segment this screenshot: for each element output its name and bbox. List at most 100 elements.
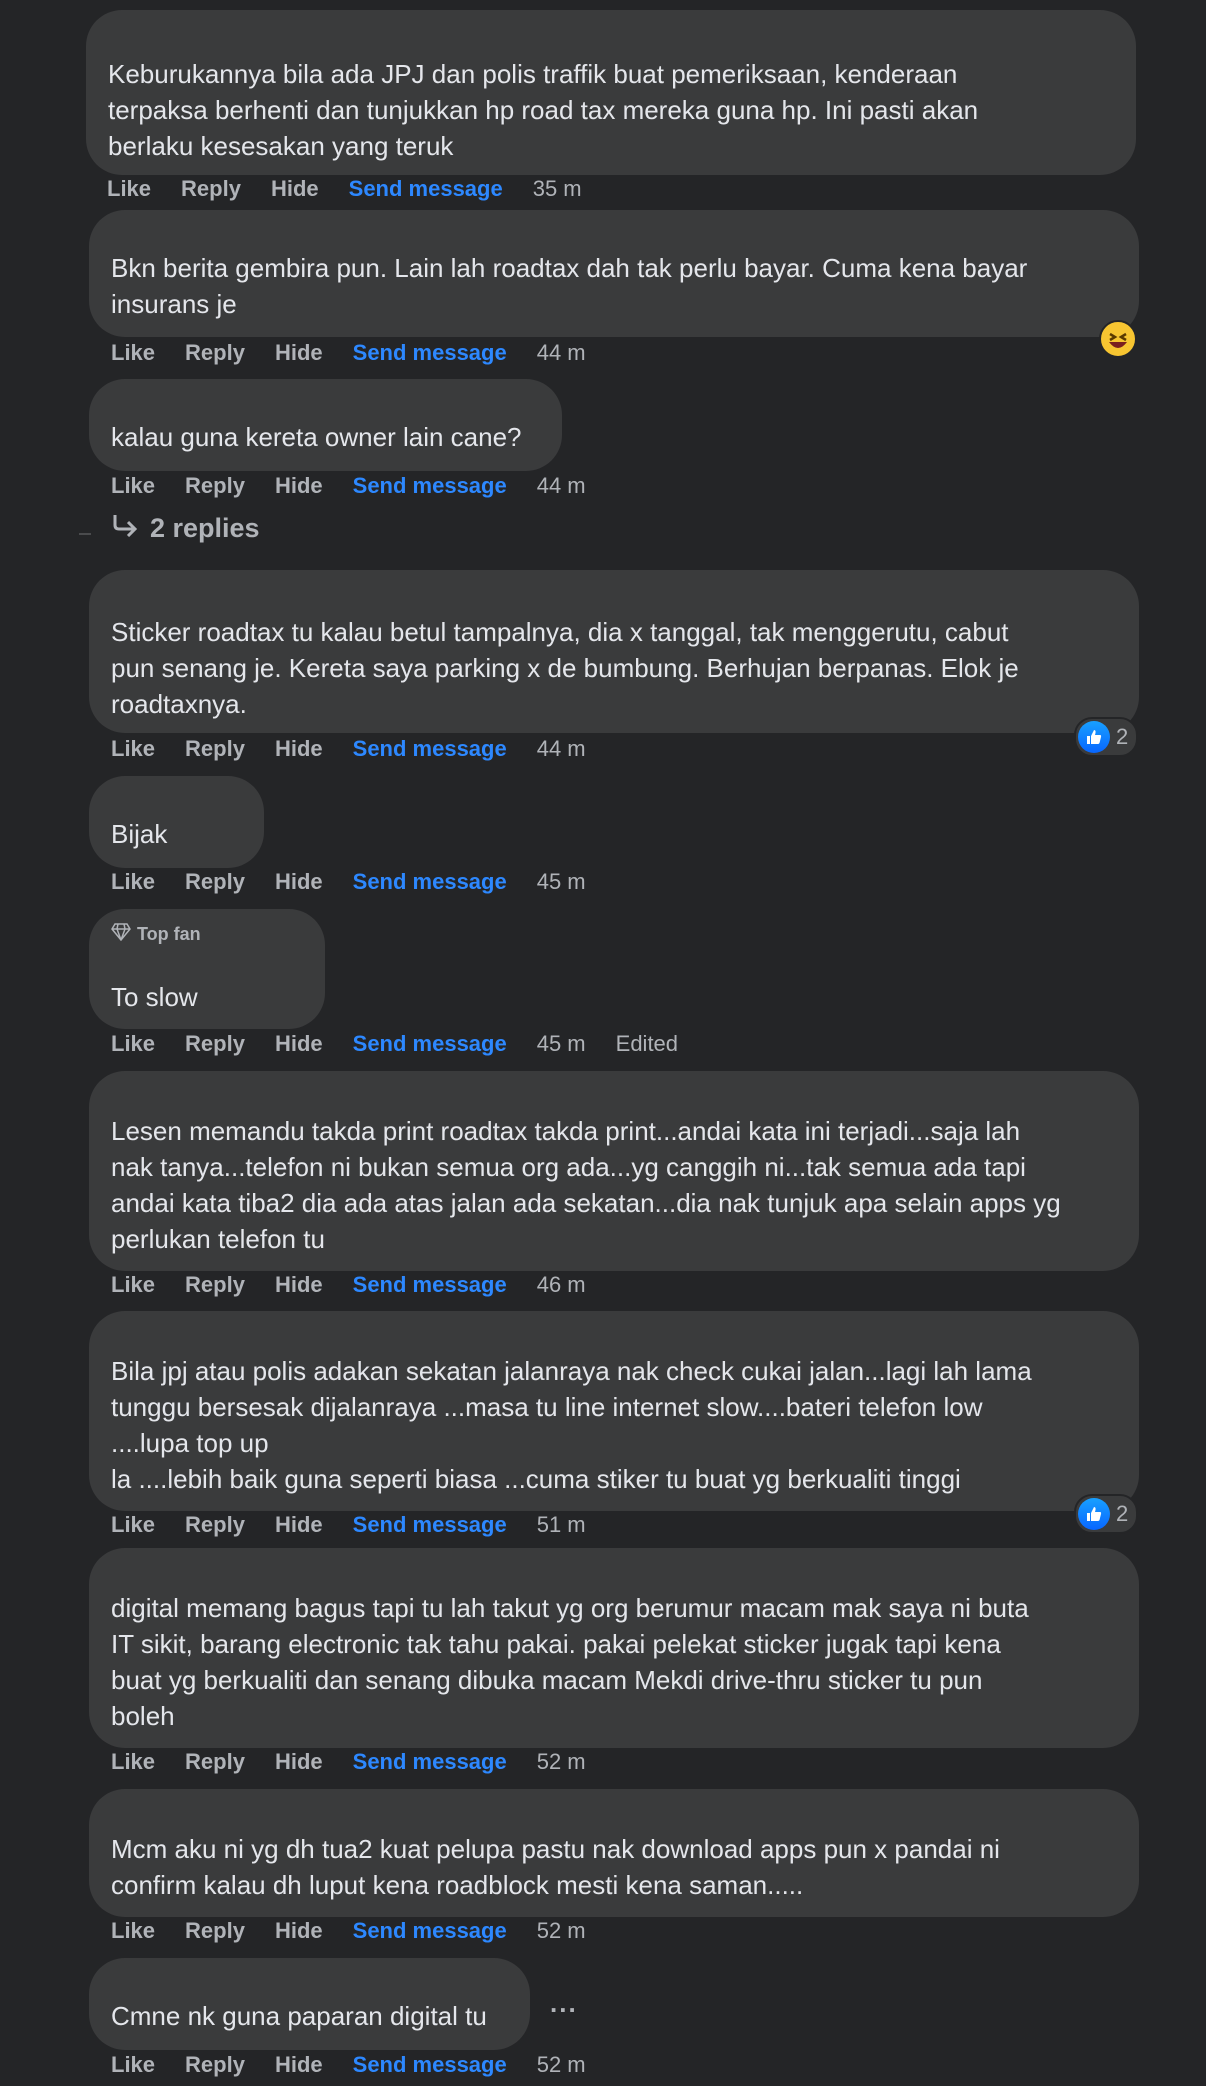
replies-label: 2 replies [150, 513, 260, 543]
comment-bubble: digital memang bagus tapi tu lah takut y… [89, 1548, 1139, 1748]
more-options-icon[interactable]: ... [550, 1988, 578, 2019]
comment-timestamp: 52 m [536, 1918, 586, 1943]
send-message-button[interactable]: Send message [353, 1918, 507, 1944]
laughing-emoji-icon[interactable] [1099, 320, 1137, 358]
like-button[interactable]: Like [111, 1918, 155, 1944]
hide-button[interactable]: Hide [271, 176, 319, 202]
reply-button[interactable]: Reply [185, 1031, 245, 1057]
hide-button[interactable]: Hide [275, 2052, 323, 2078]
comment-thread: Keburukannya bila ada JPJ dan polis traf… [0, 0, 1206, 2086]
like-button[interactable]: Like [111, 869, 155, 895]
reply-button[interactable]: Reply [185, 1918, 245, 1944]
comment-actions: Like Reply Hide Send message 51 m [111, 1512, 616, 1538]
like-button[interactable]: Like [107, 176, 151, 202]
comment-timestamp: 44 m [536, 340, 586, 365]
send-message-button[interactable]: Send message [353, 1031, 507, 1057]
hide-button[interactable]: Hide [275, 1272, 323, 1298]
comment-text: To slow [111, 982, 198, 1012]
reply-button[interactable]: Reply [185, 869, 245, 895]
diamond-icon [111, 923, 131, 946]
comment-actions: Like Reply Hide Send message 52 m [111, 1918, 616, 1944]
hide-button[interactable]: Hide [275, 473, 323, 499]
hide-button[interactable]: Hide [275, 1918, 323, 1944]
comment-bubble: Cmne nk guna paparan digital tu [89, 1958, 530, 2050]
send-message-button[interactable]: Send message [349, 176, 503, 202]
comment-text: Mcm aku ni yg dh tua2 kuat pelupa pastu … [111, 1834, 1000, 1900]
reaction-count[interactable]: 2 [1074, 1494, 1139, 1534]
comment-bubble: Top fan To slow [89, 909, 325, 1029]
comment-timestamp: 35 m [532, 176, 582, 201]
like-button[interactable]: Like [111, 1031, 155, 1057]
comment-actions: Like Reply Hide Send message 52 m [111, 2052, 616, 2078]
send-message-button[interactable]: Send message [353, 2052, 507, 2078]
reply-button[interactable]: Reply [185, 2052, 245, 2078]
comment-actions: Like Reply Hide Send message 35 m [107, 176, 612, 202]
reply-arrow-icon [112, 513, 138, 544]
hide-button[interactable]: Hide [275, 1031, 323, 1057]
reply-button[interactable]: Reply [185, 1512, 245, 1538]
comment-actions: Like Reply Hide Send message 46 m [111, 1272, 616, 1298]
like-button[interactable]: Like [111, 2052, 155, 2078]
reply-button[interactable]: Reply [185, 1749, 245, 1775]
comment-actions: Like Reply Hide Send message 52 m [111, 1749, 616, 1775]
like-button[interactable]: Like [111, 1512, 155, 1538]
comment-bubble: Mcm aku ni yg dh tua2 kuat pelupa pastu … [89, 1789, 1139, 1917]
comment-text: Keburukannya bila ada JPJ dan polis traf… [108, 59, 979, 161]
send-message-button[interactable]: Send message [353, 1749, 507, 1775]
badge-label: Top fan [137, 924, 201, 944]
hide-button[interactable]: Hide [275, 1512, 323, 1538]
reply-button[interactable]: Reply [185, 473, 245, 499]
comment-bubble: kalau guna kereta owner lain cane? [89, 379, 562, 471]
send-message-button[interactable]: Send message [353, 340, 507, 366]
comment-text: Sticker roadtax tu kalau betul tampalnya… [111, 617, 1019, 719]
comment-text: Bila jpj atau polis adakan sekatan jalan… [111, 1356, 1032, 1494]
comment-bubble: Bijak [89, 776, 264, 868]
comment-actions: Like Reply Hide Send message 44 m [111, 340, 616, 366]
hide-button[interactable]: Hide [275, 736, 323, 762]
comment-actions: Like Reply Hide Send message 45 m Edited [111, 1031, 708, 1057]
comment-text: kalau guna kereta owner lain cane? [111, 422, 522, 452]
send-message-button[interactable]: Send message [353, 736, 507, 762]
comment-timestamp: 44 m [536, 736, 586, 761]
like-button[interactable]: Like [111, 736, 155, 762]
comment-timestamp: 52 m [536, 1749, 586, 1774]
comment-text: digital memang bagus tapi tu lah takut y… [111, 1593, 1029, 1731]
reaction-count[interactable]: 2 [1074, 717, 1139, 757]
view-replies-link[interactable]: 2 replies [80, 513, 260, 544]
send-message-button[interactable]: Send message [353, 1272, 507, 1298]
comment-actions: Like Reply Hide Send message 44 m [111, 736, 616, 762]
like-button[interactable]: Like [111, 340, 155, 366]
reaction-number: 2 [1116, 724, 1129, 749]
comment-bubble: Keburukannya bila ada JPJ dan polis traf… [86, 10, 1136, 175]
comment-timestamp: 52 m [536, 2052, 586, 2077]
comment-text: Bkn berita gembira pun. Lain lah roadtax… [111, 253, 1028, 319]
comment-timestamp: 51 m [536, 1512, 586, 1537]
edited-label: Edited [615, 1031, 679, 1056]
reply-button[interactable]: Reply [185, 1272, 245, 1298]
reaction-number: 2 [1116, 1501, 1129, 1526]
like-button[interactable]: Like [111, 1272, 155, 1298]
reply-button[interactable]: Reply [181, 176, 241, 202]
thumbs-up-icon [1078, 1498, 1110, 1530]
top-fan-badge: Top fan [111, 923, 201, 946]
comment-text: Cmne nk guna paparan digital tu [111, 2001, 487, 2031]
comment-timestamp: 45 m [536, 869, 586, 894]
send-message-button[interactable]: Send message [353, 473, 507, 499]
comment-text: Bijak [111, 819, 168, 849]
like-button[interactable]: Like [111, 1749, 155, 1775]
send-message-button[interactable]: Send message [353, 869, 507, 895]
hide-button[interactable]: Hide [275, 869, 323, 895]
reply-button[interactable]: Reply [185, 736, 245, 762]
thumbs-up-icon [1078, 721, 1110, 753]
comment-bubble: Bila jpj atau polis adakan sekatan jalan… [89, 1311, 1139, 1511]
comment-timestamp: 45 m [536, 1031, 586, 1056]
comment-actions: Like Reply Hide Send message 44 m [111, 473, 616, 499]
send-message-button[interactable]: Send message [353, 1512, 507, 1538]
comment-bubble: Sticker roadtax tu kalau betul tampalnya… [89, 570, 1139, 733]
reply-button[interactable]: Reply [185, 340, 245, 366]
comment-text: Lesen memandu takda print roadtax takda … [111, 1116, 1061, 1254]
hide-button[interactable]: Hide [275, 340, 323, 366]
like-button[interactable]: Like [111, 473, 155, 499]
hide-button[interactable]: Hide [275, 1749, 323, 1775]
comment-bubble: Bkn berita gembira pun. Lain lah roadtax… [89, 210, 1139, 337]
